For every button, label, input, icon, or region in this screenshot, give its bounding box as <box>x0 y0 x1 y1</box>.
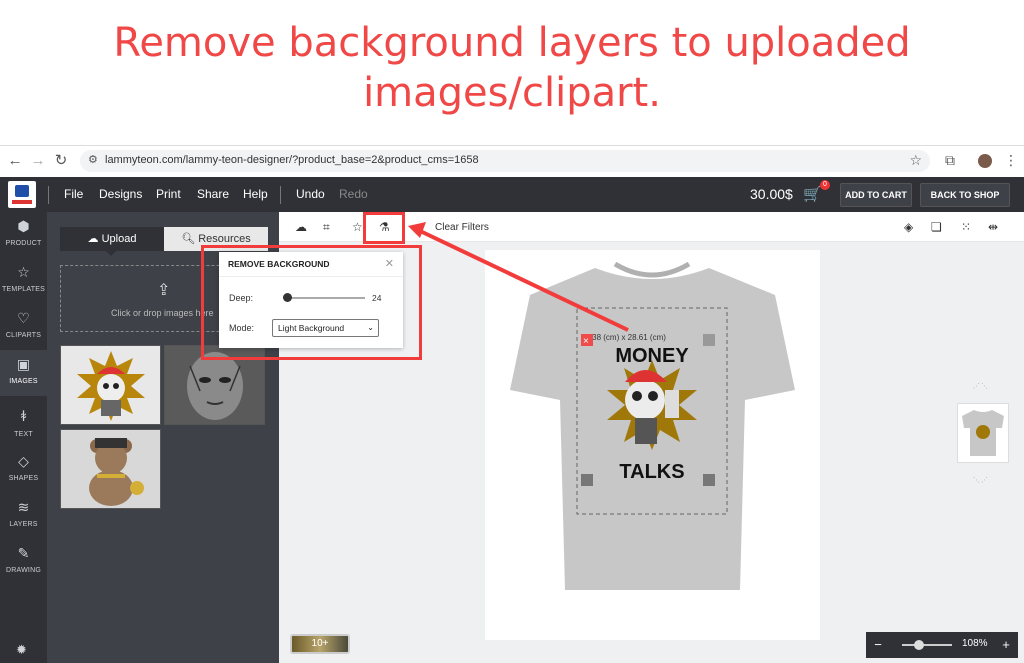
tutorial-arrows <box>408 222 629 332</box>
zoom-in-button[interactable]: + <box>998 636 1014 654</box>
more-images-button[interactable]: 10+ <box>290 634 350 654</box>
zoom-slider-track[interactable] <box>902 644 952 646</box>
zoom-out-button[interactable]: − <box>870 636 886 654</box>
zoom-value: 108% <box>962 638 988 649</box>
zoom-control: − 108% + <box>866 632 1018 658</box>
zoom-slider-handle[interactable] <box>914 640 924 650</box>
